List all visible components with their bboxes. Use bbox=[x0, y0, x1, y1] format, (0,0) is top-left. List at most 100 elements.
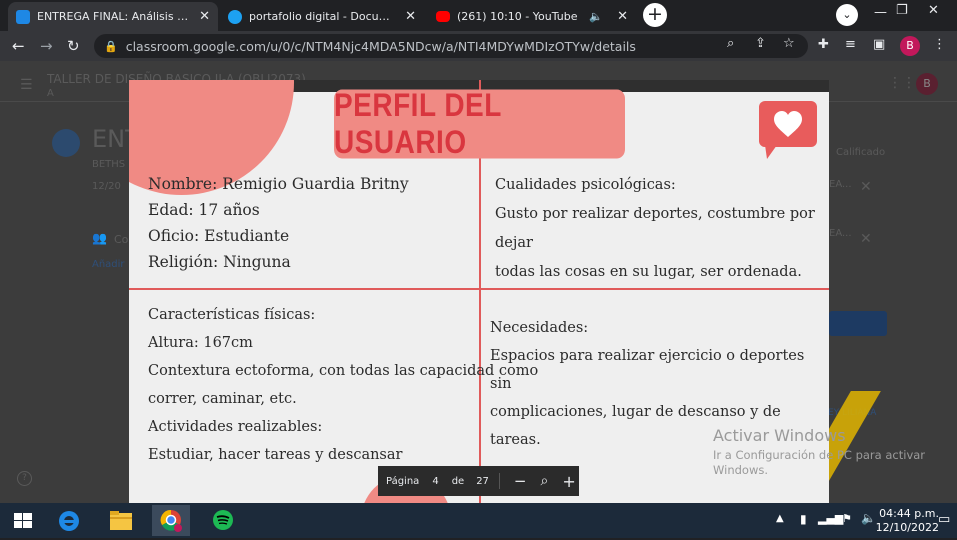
tab-strip: ENTREGA FINAL: Análisis de usua ✕ portaf… bbox=[0, 0, 957, 31]
watermark-title: Activar Windows bbox=[713, 426, 846, 445]
lock-icon: 🔒 bbox=[104, 39, 118, 53]
watermark-line: Windows. bbox=[713, 463, 768, 477]
watermark-line: Ir a Configuración de PC para activar bbox=[713, 448, 926, 462]
profile-basic-info: Nombre: Remigio Guardia Britny Edad: 17 … bbox=[148, 171, 409, 275]
notifications-icon[interactable]: ▭ bbox=[938, 512, 950, 527]
text-line: Altura: 167cm bbox=[148, 335, 253, 351]
canva-icon bbox=[228, 9, 242, 24]
browser-toolbar: ← → ↻ 🔒 classroom.google.com/u/0/c/NTM4N… bbox=[0, 31, 957, 61]
course-section: A bbox=[47, 88, 54, 99]
page-of-label: de bbox=[451, 475, 465, 487]
divider bbox=[498, 473, 500, 489]
spotify-icon[interactable] bbox=[204, 505, 242, 536]
clock-date: 12/10/2022 bbox=[875, 521, 939, 534]
text-line: Espacios para realizar ejercicio o depor… bbox=[490, 348, 805, 392]
text-line: todas las cosas en su lugar, ser ordenad… bbox=[495, 264, 802, 280]
text-line: Características físicas: bbox=[148, 307, 316, 323]
network-icon[interactable]: ▂▄▆ bbox=[818, 512, 843, 525]
menu-icon[interactable]: ⋮ bbox=[933, 37, 946, 52]
physical-characteristics: Características físicas: Altura: 167cm C… bbox=[148, 301, 538, 469]
page-total: 27 bbox=[476, 475, 489, 487]
chevron-down-icon[interactable]: ⌄ bbox=[836, 4, 858, 26]
extensions-icon[interactable]: ✚ bbox=[818, 37, 829, 52]
minimize-icon[interactable]: — bbox=[874, 5, 887, 20]
flag-icon[interactable]: ⚑ bbox=[842, 512, 852, 525]
psychological-qualities: Cualidades psicológicas: Gusto por reali… bbox=[495, 171, 829, 287]
clock-time: 04:44 p.m. bbox=[879, 507, 939, 520]
tab-youtube[interactable]: (261) 10:10 - YouTube 🔈 ✕ bbox=[428, 2, 636, 31]
remove-attachment-icon[interactable]: ✕ bbox=[860, 179, 872, 195]
battery-icon[interactable]: ▮ bbox=[800, 512, 807, 526]
text-line: Gusto por realizar deportes, costumbre p… bbox=[495, 206, 815, 251]
comments-label: Co bbox=[114, 233, 129, 246]
internet-explorer-icon[interactable] bbox=[50, 505, 88, 536]
page-number-input[interactable]: 4 bbox=[432, 476, 438, 487]
youtube-icon bbox=[436, 11, 450, 22]
text-line: Nombre: Remigio Guardia Britny bbox=[148, 175, 409, 193]
tab-canva[interactable]: portafolio digital - Documento (A ✕ bbox=[220, 2, 424, 31]
tab-title: portafolio digital - Documento (A bbox=[249, 10, 399, 23]
assignment-icon bbox=[52, 129, 80, 157]
speaker-icon[interactable]: 🔈 bbox=[589, 10, 603, 23]
zoom-icon[interactable]: ⌕ bbox=[727, 36, 734, 51]
attachment-name[interactable]: EA... bbox=[829, 228, 852, 239]
zoom-in-button[interactable]: + bbox=[562, 472, 575, 491]
assignment-date: 12/20 bbox=[92, 181, 121, 192]
address-bar[interactable]: 🔒 classroom.google.com/u/0/c/NTM4Njc4MDA… bbox=[94, 34, 808, 58]
url-text: classroom.google.com/u/0/c/NTM4Njc4MDA5N… bbox=[125, 38, 636, 54]
text-line: correr, caminar, etc. bbox=[148, 391, 297, 407]
share-icon[interactable]: ⇪ bbox=[755, 36, 766, 51]
reload-icon[interactable]: ↻ bbox=[67, 37, 80, 55]
new-tab-button[interactable]: + bbox=[643, 3, 667, 27]
windows-taskbar: ▲ ▮ ▂▄▆ ⚑ 🔈 04:44 p.m. 12/10/2022 ▭ bbox=[0, 503, 957, 538]
assignment-author: BETHS bbox=[92, 159, 126, 170]
activate-windows-watermark: Activar Windows Ir a Configuración de PC… bbox=[713, 426, 925, 477]
text-line: Edad: 17 años bbox=[148, 201, 260, 219]
tab-classroom[interactable]: ENTREGA FINAL: Análisis de usua ✕ bbox=[8, 2, 218, 31]
profile-avatar[interactable]: B bbox=[900, 36, 920, 56]
hamburger-icon[interactable]: ☰ bbox=[20, 77, 33, 93]
zoom-out-button[interactable]: − bbox=[514, 472, 527, 490]
tab-title: ENTREGA FINAL: Análisis de usua bbox=[37, 10, 193, 23]
text-line: Necesidades: bbox=[490, 320, 589, 336]
text-line: Cualidades psicológicas: bbox=[495, 177, 676, 193]
profile-avatar[interactable]: B bbox=[916, 73, 938, 95]
text-line: Contextura ectoforma, con todas las capa… bbox=[148, 363, 539, 379]
windows-start-icon[interactable] bbox=[4, 505, 42, 536]
taskbar-clock[interactable]: 04:44 p.m. 12/10/2022 bbox=[876, 507, 939, 535]
grade-status: Calificado bbox=[836, 147, 886, 158]
text-line: Oficio: Estudiante bbox=[148, 227, 290, 245]
close-icon[interactable]: ✕ bbox=[199, 9, 210, 24]
page-navigator: Página 4 de 27 − ⌕ + bbox=[378, 466, 579, 496]
tray-expand-icon[interactable]: ▲ bbox=[776, 513, 784, 524]
forward-icon[interactable]: → bbox=[40, 37, 53, 55]
grid-horizontal-line bbox=[129, 288, 829, 290]
heart-bubble-icon bbox=[759, 101, 817, 159]
window-close-icon[interactable]: ✕ bbox=[928, 3, 939, 18]
restore-icon[interactable]: ❐ bbox=[896, 3, 908, 18]
submit-button[interactable] bbox=[829, 311, 887, 336]
side-panel-icon[interactable]: ▣ bbox=[873, 37, 885, 52]
text-line: Religión: Ninguna bbox=[148, 253, 291, 271]
text-line: Estudiar, hacer tareas y descansar bbox=[148, 447, 403, 463]
apps-grid-icon[interactable]: ⋮⋮ bbox=[888, 75, 916, 91]
attachment-name[interactable]: EA... bbox=[829, 179, 852, 190]
close-icon[interactable]: ✕ bbox=[405, 9, 416, 24]
chrome-icon[interactable] bbox=[152, 505, 190, 536]
volume-icon[interactable]: 🔈 bbox=[861, 511, 876, 525]
file-explorer-icon[interactable] bbox=[102, 505, 140, 536]
tab-title: (261) 10:10 - YouTube bbox=[457, 10, 578, 23]
page-label: Página bbox=[386, 475, 420, 487]
remove-attachment-icon[interactable]: ✕ bbox=[860, 231, 872, 247]
media-control-icon[interactable]: ≡ bbox=[845, 37, 856, 52]
close-icon[interactable]: ✕ bbox=[617, 9, 628, 24]
people-icon: 👥 bbox=[92, 231, 107, 245]
zoom-icon[interactable]: ⌕ bbox=[541, 473, 549, 489]
add-comment-link[interactable]: Añadir bbox=[92, 259, 125, 270]
classroom-icon bbox=[16, 9, 30, 24]
profile-banner: PERFIL DEL USUARIO bbox=[334, 87, 625, 160]
back-icon[interactable]: ← bbox=[12, 37, 25, 55]
help-icon[interactable]: ? bbox=[17, 471, 32, 486]
bookmark-star-icon[interactable]: ☆ bbox=[783, 36, 795, 51]
text-line: Actividades realizables: bbox=[148, 419, 323, 435]
